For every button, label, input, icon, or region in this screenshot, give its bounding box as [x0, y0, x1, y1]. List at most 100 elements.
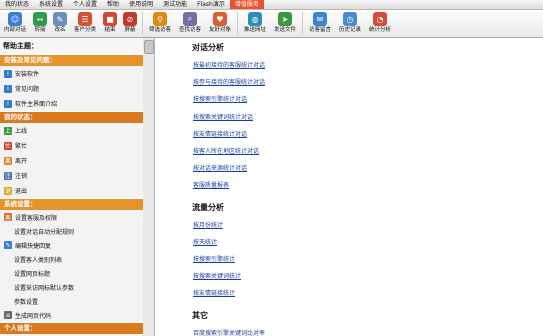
toolbar-button-3[interactable]: ☰ 客户分类 [70, 10, 100, 37]
sidebar-item[interactable]: 忙繁忙 [0, 138, 143, 153]
sidebar-item[interactable]: i 安装软件 [0, 66, 143, 81]
sidebar-item[interactable]: 离离开 [0, 153, 143, 168]
stat-link[interactable]: 按天统计 [193, 237, 217, 246]
sidebar-section-header[interactable]: 安装及常见问题： [0, 54, 143, 66]
toolbar-button-7[interactable]: ⌕ 查找访客 [175, 10, 205, 37]
stat-link[interactable]: 按搜索引擎统计对话 [193, 94, 247, 103]
sidebar-item-label: 常见问题 [15, 86, 40, 93]
sidebar-item[interactable]: 退退出 [0, 183, 143, 198]
sidebar-item-label: 设置网页标题 [14, 270, 51, 278]
sidebar-item-label: 设置客服及权限 [15, 214, 58, 222]
toolbar-button-label: 筛选访客 [148, 27, 171, 33]
sidebar-item-label: 离开 [15, 158, 28, 165]
sidebar-section-header[interactable]: 系统设置： [0, 198, 143, 210]
toolbar-button-9[interactable]: ◍ 推送网址 [240, 10, 270, 37]
send-file-icon: ➤ [278, 12, 292, 26]
toolbar-button-6[interactable]: ⚲ 筛选访客 [145, 10, 175, 37]
menu-item-3[interactable]: 帮助 [102, 0, 124, 9]
stat-link[interactable]: 按搜索关键词统计对话 [193, 112, 253, 121]
menu-item-5[interactable]: 测试功能 [158, 0, 192, 9]
toolbar-button-2[interactable]: ✎ 改名 [50, 10, 70, 37]
info-icon: i [4, 69, 12, 78]
sidebar-section-header[interactable]: 个人设置： [0, 322, 143, 334]
menu-item-1[interactable]: 系统设置 [34, 0, 68, 9]
stat-link[interactable]: 按参与接待的客服统计对话 [193, 77, 265, 86]
sidebar-item[interactable]: 注注销 [0, 168, 143, 183]
sidebar-item[interactable]: 设置客人类别列表 [0, 252, 143, 266]
content-panel: 对话分析按最初接待的客服统计对话 按参与接待的客服统计对话 按搜索引擎统计对话 按搜索… [156, 38, 543, 336]
help-sidebar: 帮助主题： 安装及常见问题： i 安装软件 i 常见问题 i 软件主界面介绍 我的状态：上上线… [0, 38, 144, 336]
toolbar-button-label: 友好对象 [208, 27, 231, 33]
menu-item-7[interactable]: 增值服务 [229, 0, 264, 9]
menu-item-2[interactable]: 个人设置 [68, 0, 102, 9]
toolbar-button-4[interactable]: ■ 结束 [100, 10, 120, 37]
friend-icon: ♥ [213, 12, 227, 26]
toolbar-button-12[interactable]: ◷ 历史记录 [335, 10, 365, 37]
sidebar-item-label: 软件主界面介绍 [15, 101, 58, 108]
toolbar: ☺ 内部对话 ↔ 转接 ✎ 改名 ☰ 客户分类 ■ 结束 ⊘ 屏蔽 ⚲ 筛选访客 ⌕ 查找访客 ♥ 友好对象 ◍ 推送… [0, 10, 543, 38]
stat-link[interactable]: 按最初接待的客服统计对话 [193, 60, 265, 69]
toolbar-button-10[interactable]: ➤ 发送文件 [270, 10, 300, 37]
globe-icon: ◍ [248, 12, 262, 26]
sidebar-item[interactable]: 设置采访网标默认参数 [0, 280, 143, 294]
sidebar-item[interactable]: i 软件主界面介绍 [0, 96, 143, 111]
pie-chart-icon: ◔ [373, 12, 387, 26]
sidebar-item[interactable]: 设置对话自动分配规则 [0, 224, 143, 238]
toolbar-button-label: 结束 [104, 27, 116, 33]
toolbar-button-label: 内部对话 [3, 27, 26, 33]
sidebar-item[interactable]: ✎ 编辑快捷回复 [0, 238, 143, 252]
away-icon: 离 [4, 156, 12, 165]
sidebar-item-label: 繁忙 [15, 143, 28, 150]
stat-link[interactable]: 按搜索关键词统计 [193, 271, 241, 280]
toolbar-button-0[interactable]: ☺ 内部对话 [0, 10, 30, 37]
help-title: 帮助主题： [0, 38, 143, 54]
stat-link[interactable]: 按对话来源统计对话 [193, 163, 247, 172]
menu-item-0[interactable]: 我的状态 [0, 0, 34, 9]
sidebar-section-header[interactable]: 我的状态： [0, 111, 143, 123]
toolbar-button-label: 屏蔽 [124, 27, 136, 33]
sidebar-item-label: 设置采访网标默认参数 [14, 284, 75, 292]
stat-link[interactable]: 百度搜索引擎关键词比对率 [193, 328, 265, 336]
sidebar-item-label: 安装软件 [15, 71, 40, 78]
stat-link[interactable]: 按友情链接统计对话 [193, 129, 247, 138]
edit-icon: ✎ [4, 241, 12, 249]
toolbar-button-label: 查找访客 [178, 27, 201, 33]
block-icon: ⊘ [123, 12, 137, 26]
stat-link[interactable]: 按客人所在地区统计对话 [193, 146, 259, 155]
toolbar-separator [142, 12, 143, 34]
sidebar-item-label: 参数设置 [14, 298, 39, 306]
code-icon: ≡ [4, 311, 12, 319]
sidebar-item-label: 上线 [15, 128, 28, 135]
stat-link[interactable]: 按月份统计 [193, 220, 223, 229]
sidebar-item-label: 退出 [15, 188, 28, 195]
scroll-thumb[interactable] [144, 40, 154, 54]
transfer-icon: ↔ [33, 12, 47, 26]
sidebar-item[interactable]: 客设置客服及权限 [0, 210, 143, 224]
toolbar-button-label: 发送文件 [273, 27, 296, 33]
sidebar-item[interactable]: 设置网页标题 [0, 266, 143, 280]
toolbar-button-13[interactable]: ◔ 统计分析 [365, 10, 395, 37]
toolbar-button-11[interactable]: ✉ 访客留言 [305, 10, 335, 37]
toolbar-button-1[interactable]: ↔ 转接 [30, 10, 50, 37]
sidebar-item-label: 注销 [15, 173, 28, 180]
search-icon: ⌕ [183, 12, 197, 26]
stat-link[interactable]: 按搜索引擎统计 [193, 254, 235, 263]
toolbar-button-5[interactable]: ⊘ 屏蔽 [120, 10, 140, 37]
sidebar-item[interactable]: 参数设置 [0, 294, 143, 308]
chat-icon: ☺ [8, 12, 22, 26]
category-icon: ☰ [78, 12, 92, 26]
end-icon: ■ [103, 12, 117, 26]
filter-icon: ⚲ [153, 12, 167, 26]
menu-item-6[interactable]: Flash演示 [192, 0, 230, 9]
toolbar-button-8[interactable]: ♥ 友好对象 [205, 10, 235, 37]
sidebar-item[interactable]: i 常见问题 [0, 81, 143, 96]
sidebar-item[interactable]: 上上线 [0, 123, 143, 138]
group-title: 对话分析 [192, 43, 224, 52]
exit-icon: 退 [4, 186, 12, 195]
sidebar-scrollbar[interactable] [143, 38, 155, 336]
stat-link[interactable]: 客服质量报表 [193, 180, 229, 189]
toolbar-separator [302, 12, 303, 34]
stat-link[interactable]: 按友情链接统计 [193, 288, 235, 297]
sidebar-item[interactable]: ≡ 生成网页代码 [0, 308, 143, 322]
menu-item-4[interactable]: 使用说明 [124, 0, 158, 9]
